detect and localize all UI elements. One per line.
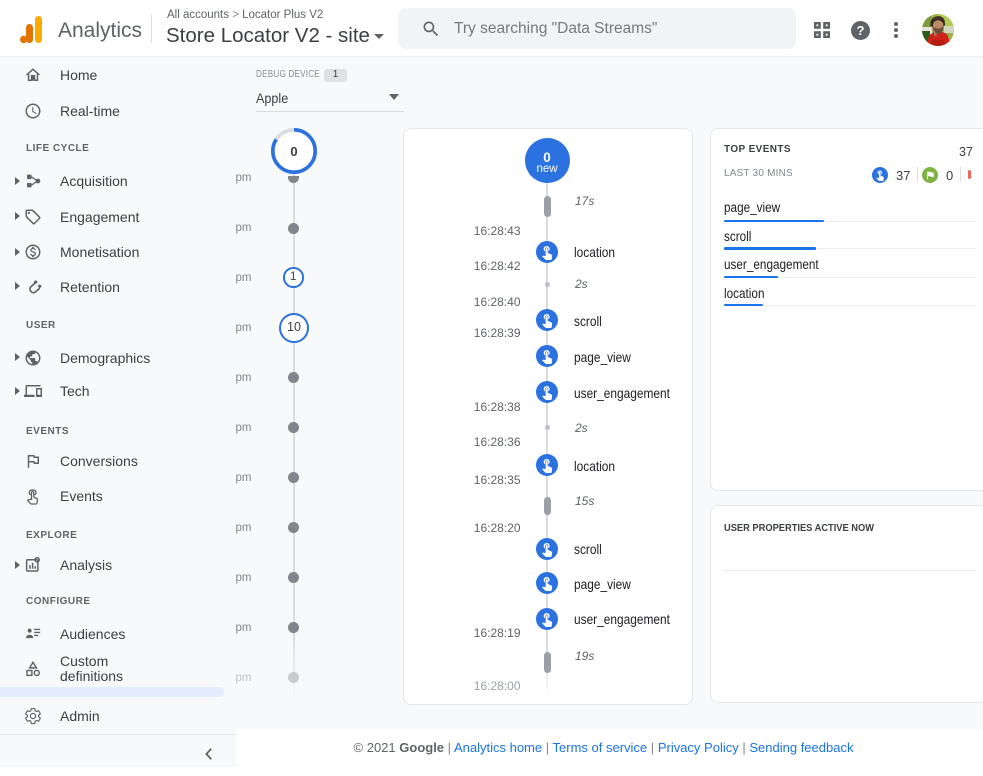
svg-text:0: 0: [290, 144, 297, 159]
